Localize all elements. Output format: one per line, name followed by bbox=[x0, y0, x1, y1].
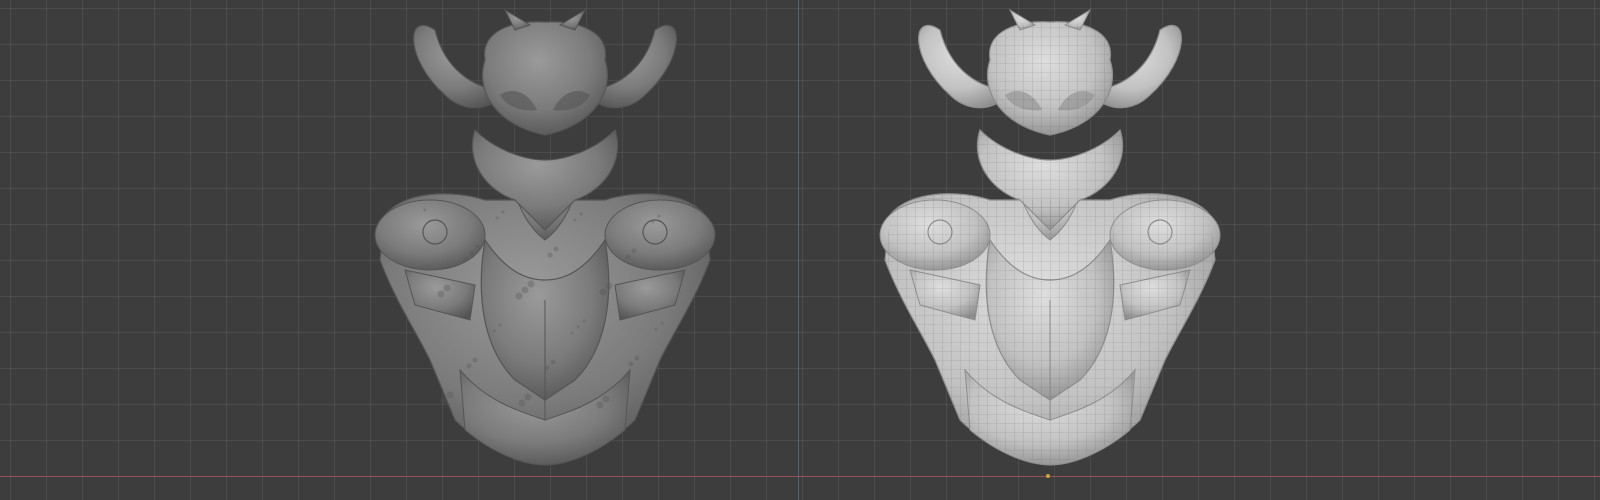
sculpt-detail bbox=[423, 208, 427, 212]
sculpt-detail bbox=[602, 395, 610, 403]
sculpt-detail bbox=[628, 361, 634, 367]
sculpt-detail bbox=[599, 288, 607, 296]
sculpt-detail bbox=[498, 323, 502, 327]
sculpt-detail bbox=[469, 250, 475, 256]
sculpt-detail bbox=[463, 256, 469, 262]
sculpt-detail bbox=[596, 401, 604, 409]
sculpt-detail bbox=[547, 252, 553, 258]
sculpt-detail bbox=[605, 282, 613, 290]
sculpt-detail bbox=[527, 280, 535, 288]
right-shoulder-pad bbox=[604, 199, 716, 271]
sculpt-detail bbox=[553, 246, 559, 252]
retopo-bust-model[interactable] bbox=[870, 0, 1230, 480]
sculpt-detail bbox=[475, 244, 481, 250]
head bbox=[481, 21, 609, 136]
sculpt-detail bbox=[492, 329, 496, 333]
sculpt-detail bbox=[521, 286, 529, 294]
sculpt-detail bbox=[518, 399, 526, 407]
sculpt-detail bbox=[524, 393, 532, 401]
sculpt-detail bbox=[634, 355, 640, 361]
sculpt-detail bbox=[440, 397, 448, 405]
sculpt-detail bbox=[631, 248, 637, 254]
sculpt-detail bbox=[657, 214, 661, 218]
sculpt-detail bbox=[582, 319, 586, 323]
x-axis-line bbox=[0, 476, 1600, 477]
sculpt-detail bbox=[515, 292, 523, 300]
sculpt-detail bbox=[443, 284, 451, 292]
left-shoulder-pad bbox=[374, 199, 486, 271]
sculpt-detail bbox=[501, 210, 505, 214]
sculpt-detail bbox=[579, 212, 583, 216]
sculpt-detail bbox=[495, 216, 499, 220]
sculpt-detail bbox=[550, 359, 556, 365]
sculpt-detail bbox=[472, 357, 478, 363]
sculpt-detail bbox=[437, 290, 445, 298]
sculpt-bust-model[interactable] bbox=[365, 0, 725, 480]
sculpt-detail bbox=[576, 325, 580, 329]
3d-viewport[interactable] bbox=[0, 0, 1600, 500]
sculpt-detail bbox=[446, 391, 454, 399]
sculpt-detail bbox=[625, 254, 631, 260]
sculpt-detail bbox=[544, 365, 550, 371]
sculpt-detail bbox=[466, 363, 472, 369]
y-axis-line bbox=[798, 0, 799, 500]
sculpt-detail bbox=[573, 218, 577, 222]
sculpt-detail bbox=[651, 220, 655, 224]
sculpt-detail bbox=[654, 327, 658, 331]
torso-wireframe bbox=[885, 193, 1215, 465]
head-wireframe bbox=[987, 21, 1113, 136]
sculpt-detail bbox=[660, 321, 664, 325]
sculpt-detail bbox=[570, 331, 574, 335]
